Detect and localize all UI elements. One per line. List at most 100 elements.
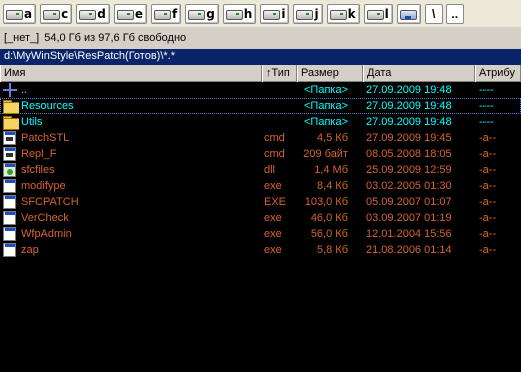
file-row[interactable]: Repl_F cmd 209 байт 08.05.2008 18:05 -a-- — [0, 146, 521, 162]
drive-icon — [43, 8, 61, 20]
file-name: Repl_F — [21, 148, 57, 160]
file-row[interactable]: Utils <Папка> 27.09.2009 19:48 ---- — [0, 114, 521, 130]
drive-letter: j — [314, 6, 319, 21]
current-path[interactable]: d:\MyWinStyle\ResPatch(Готов)\*.* — [0, 49, 521, 65]
file-attributes: -a-- — [479, 180, 497, 192]
column-size[interactable]: Размер — [297, 65, 363, 82]
file-size: 5,8 Кб — [316, 244, 348, 256]
file-row[interactable]: VerCheck exe 46,0 Кб 03.09.2007 01:19 -a-- — [0, 210, 521, 226]
column-date[interactable]: Дата — [363, 65, 475, 82]
file-row[interactable]: PatchSTL cmd 4,5 Кб 27.09.2009 19:45 -a-- — [0, 130, 521, 146]
drive-button-k[interactable]: k — [326, 3, 360, 24]
folder-icon — [3, 98, 19, 114]
drive-button-l[interactable]: l — [363, 3, 393, 24]
file-date: 05.09.2007 01:07 — [366, 196, 452, 208]
drive-toolbar: a c d e f g h i j k l \.. — [0, 0, 521, 27]
drive-letter: i — [281, 6, 286, 21]
file-name: zap — [21, 244, 39, 256]
file-name: modifype — [21, 180, 66, 192]
file-date: 25.09.2009 12:59 — [366, 164, 452, 176]
drive-icon — [263, 8, 281, 20]
drive-letter: k — [347, 6, 356, 21]
drive-icon — [6, 8, 23, 20]
column-type[interactable]: ↑Тип — [262, 65, 297, 82]
column-name[interactable]: Имя — [0, 65, 262, 82]
drive-icon — [329, 8, 347, 20]
file-size: 56,0 Кб — [310, 228, 348, 240]
file-date: 03.02.2005 01:30 — [366, 180, 452, 192]
root-button[interactable]: \ — [424, 3, 443, 24]
exe-icon — [3, 194, 19, 210]
drive-letter: l — [384, 6, 389, 21]
file-attributes: -a-- — [479, 196, 497, 208]
file-attributes: ---- — [479, 100, 494, 112]
drive-button-h[interactable]: h — [222, 3, 257, 24]
file-date: 03.09.2007 01:19 — [366, 212, 452, 224]
drive-letter: a — [24, 6, 33, 21]
file-type: exe — [264, 244, 282, 256]
drive-letter: c — [61, 6, 69, 21]
file-size: 46,0 Кб — [310, 212, 348, 224]
file-attributes: -a-- — [479, 212, 497, 224]
file-row[interactable]: WfpAdmin exe 56,0 Кб 12.01.2004 15:56 -a-- — [0, 226, 521, 242]
file-row[interactable]: modifype exe 8,4 Кб 03.02.2005 01:30 -a-- — [0, 178, 521, 194]
file-date: 27.09.2009 19:48 — [366, 100, 452, 112]
file-row[interactable]: SFCPATCH EXE 103,0 Кб 05.09.2007 01:07 -a-- — [0, 194, 521, 210]
exe-icon — [3, 178, 19, 194]
up-button[interactable]: .. — [445, 3, 464, 24]
drive-icon — [116, 8, 134, 20]
file-name: VerCheck — [21, 212, 69, 224]
file-row[interactable]: Resources <Папка> 27.09.2009 19:48 ---- — [0, 98, 521, 114]
drive-button-g[interactable]: g — [185, 3, 219, 24]
file-date: 27.09.2009 19:45 — [366, 132, 452, 144]
free-space-bar: [_нет_] 54,0 Гб из 97,6 Гб свободно — [0, 27, 521, 49]
drive-button-a[interactable]: a — [3, 3, 37, 24]
file-name: .. — [21, 84, 28, 96]
column-headers: Имя ↑Тип Размер Дата Атрибу — [0, 65, 521, 82]
drive-icon — [188, 8, 206, 20]
file-name: Utils — [21, 116, 43, 128]
file-date: 27.09.2009 19:48 — [366, 116, 452, 128]
file-attributes: -a-- — [479, 228, 497, 240]
file-name: SFCPATCH — [21, 196, 79, 208]
file-type: exe — [264, 212, 282, 224]
drive-button-e[interactable]: e — [113, 3, 147, 24]
drive-icon — [79, 8, 97, 20]
exe-icon — [3, 226, 19, 242]
file-name: sfcfiles — [21, 164, 55, 176]
drive-button-c[interactable]: c — [40, 3, 73, 24]
network-button[interactable] — [396, 3, 421, 24]
file-date: 21.08.2006 01:14 — [366, 244, 452, 256]
column-attributes[interactable]: Атрибу — [475, 65, 521, 82]
file-name: PatchSTL — [21, 132, 70, 144]
free-space-text: 54,0 Гб из 97,6 Гб свободно — [44, 32, 187, 44]
file-size: 4,5 Кб — [316, 132, 348, 144]
drive-button-i[interactable]: i — [260, 3, 290, 24]
file-name: WfpAdmin — [21, 228, 72, 240]
file-size: 209 байт — [303, 148, 348, 160]
file-panel[interactable]: .. <Папка> 27.09.2009 19:48 ---- Resources <П… — [0, 82, 521, 372]
drive-icon — [366, 8, 384, 20]
file-size: 8,4 Кб — [316, 180, 348, 192]
file-row[interactable]: .. <Папка> 27.09.2009 19:48 ---- — [0, 82, 521, 98]
file-row[interactable]: sfcfiles dll 1,4 Мб 25.09.2009 12:59 -a-- — [0, 162, 521, 178]
file-attributes: -a-- — [479, 148, 497, 160]
drive-button-d[interactable]: d — [76, 3, 110, 24]
folder-icon — [3, 114, 19, 130]
file-row[interactable]: zap exe 5,8 Кб 21.08.2006 01:14 -a-- — [0, 242, 521, 258]
file-type — [264, 98, 298, 114]
drive-letter: f — [171, 6, 178, 21]
drive-icon — [296, 8, 314, 20]
drive-icon — [153, 8, 171, 20]
drive-button-f[interactable]: f — [150, 3, 182, 24]
file-date: 27.09.2009 19:48 — [366, 84, 452, 96]
exe-icon — [3, 210, 19, 226]
file-date: 08.05.2008 18:05 — [366, 148, 452, 160]
cmd-icon — [3, 146, 19, 162]
drive-button-j[interactable]: j — [293, 3, 323, 24]
drive-icon — [225, 8, 243, 20]
file-type: exe — [264, 180, 282, 192]
file-attributes: -a-- — [479, 132, 497, 144]
file-name: Resources — [21, 100, 74, 112]
file-size: 103,0 Кб — [304, 196, 348, 208]
